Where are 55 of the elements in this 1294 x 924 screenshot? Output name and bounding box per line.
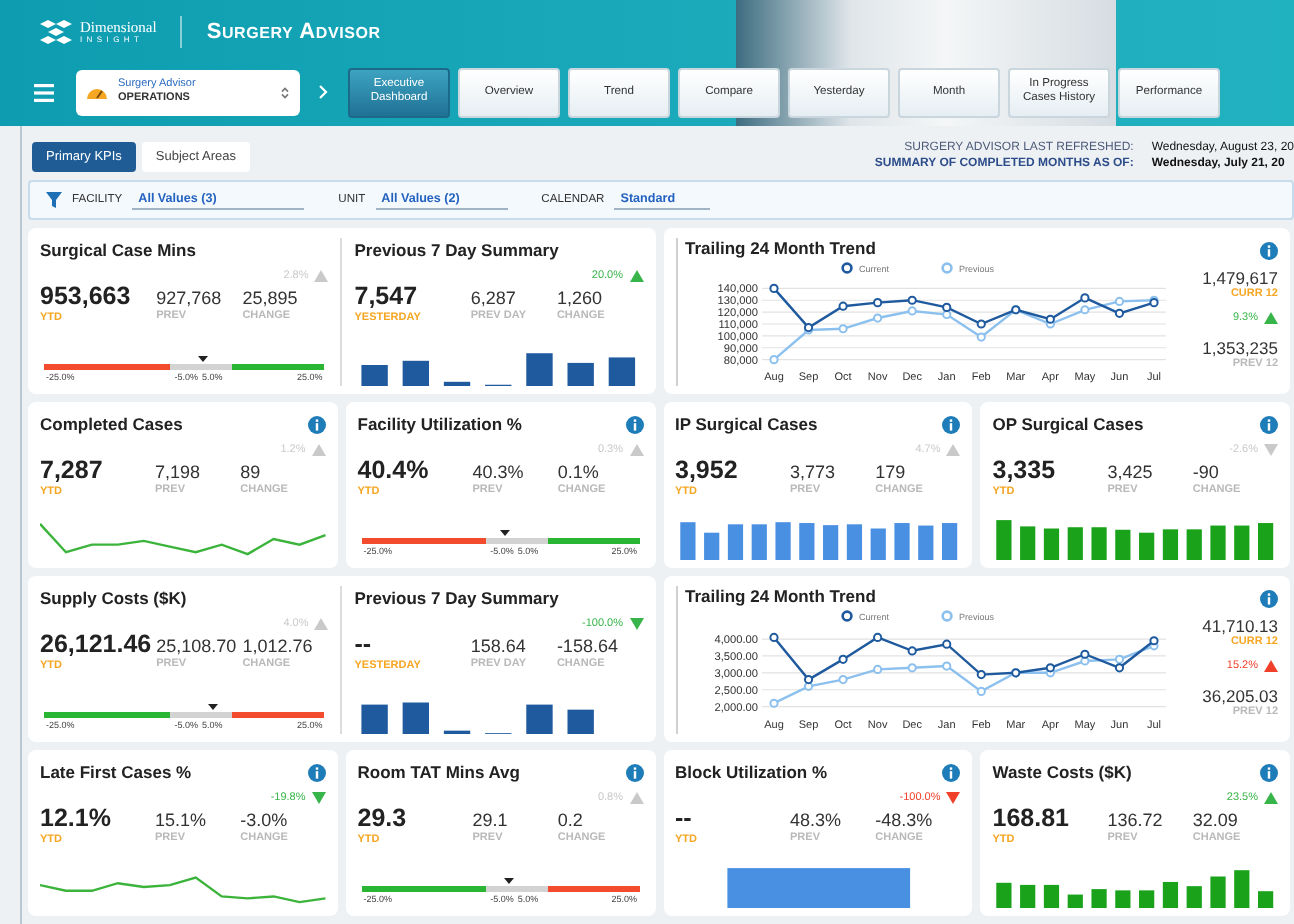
card-title: Surgical Case Mins: [40, 240, 196, 260]
card-title: Supply Costs ($K): [40, 588, 187, 608]
kpi-value: 3,335: [992, 458, 1058, 486]
card-title: OP Surgical Cases: [992, 414, 1144, 434]
change-value: 1,012.76: [242, 634, 315, 658]
card-title: Previous 7 Day Summary: [354, 240, 559, 260]
kpi-value: 7,287: [40, 458, 105, 486]
previous-total: 1,353,235: [1202, 337, 1278, 358]
previous-value: 6,287: [470, 286, 518, 310]
kpi-value: 29.3: [357, 806, 409, 834]
previous-value: 29.1: [472, 808, 510, 832]
kpi-value: --: [675, 806, 694, 834]
previous-value: 40.3%: [472, 460, 526, 484]
kpi-value: 7,547: [354, 284, 420, 312]
kpi-value: 40.4%: [357, 458, 431, 486]
current-total: 1,479,617: [1202, 268, 1278, 288]
change-value: -90: [1192, 460, 1221, 484]
change-value: 179: [875, 460, 908, 484]
card-title: Facility Utilization %: [357, 414, 522, 434]
change-value: 25,895: [242, 286, 300, 310]
change-value: 0.1%: [557, 460, 601, 484]
card-title: Previous 7 Day Summary: [354, 588, 559, 608]
change-value: -48.3%: [875, 808, 935, 832]
current-total: 41,710.13: [1202, 616, 1278, 636]
card-title: Completed Cases: [40, 414, 183, 434]
previous-value: 136.72: [1107, 808, 1165, 832]
kpi-value: 3,952: [675, 458, 740, 486]
change-value: 0.2: [557, 808, 585, 832]
previous-value: 25,108.70: [156, 634, 239, 658]
card-title: IP Surgical Cases: [675, 414, 818, 434]
kpi-value: 26,121.46: [40, 632, 154, 660]
change-value: 32.09: [1192, 808, 1240, 832]
change-value: 89: [240, 460, 263, 484]
change-value: -158.64: [556, 634, 620, 658]
card-title: Late First Cases %: [40, 762, 192, 782]
kpi-value: --: [354, 632, 374, 660]
previous-value: 158.64: [470, 634, 528, 658]
previous-value: 927,768: [156, 286, 224, 310]
card-title: Trailing 24 Month Trend: [685, 238, 878, 258]
previous-total: 36,205.03: [1202, 685, 1278, 706]
previous-value: 3,773: [790, 460, 838, 484]
card-title: Room TAT Mins Avg: [357, 762, 520, 782]
previous-value: 15.1%: [155, 808, 209, 832]
kpi-value: 12.1%: [40, 806, 113, 834]
app-title: Surgery Advisor: [206, 20, 381, 44]
kpi-value: 953,663: [40, 284, 133, 312]
kpi-value: 168.81: [992, 806, 1071, 834]
previous-value: 48.3%: [790, 808, 844, 832]
card-title: Block Utilization %: [675, 762, 828, 782]
previous-value: 3,425: [1107, 460, 1155, 484]
card-title: Trailing 24 Month Trend: [685, 586, 878, 606]
card-title: Waste Costs ($K): [992, 762, 1132, 782]
previous-value: 7,198: [155, 460, 203, 484]
change-value: -3.0%: [240, 808, 290, 832]
change-value: 1,260: [556, 286, 604, 310]
